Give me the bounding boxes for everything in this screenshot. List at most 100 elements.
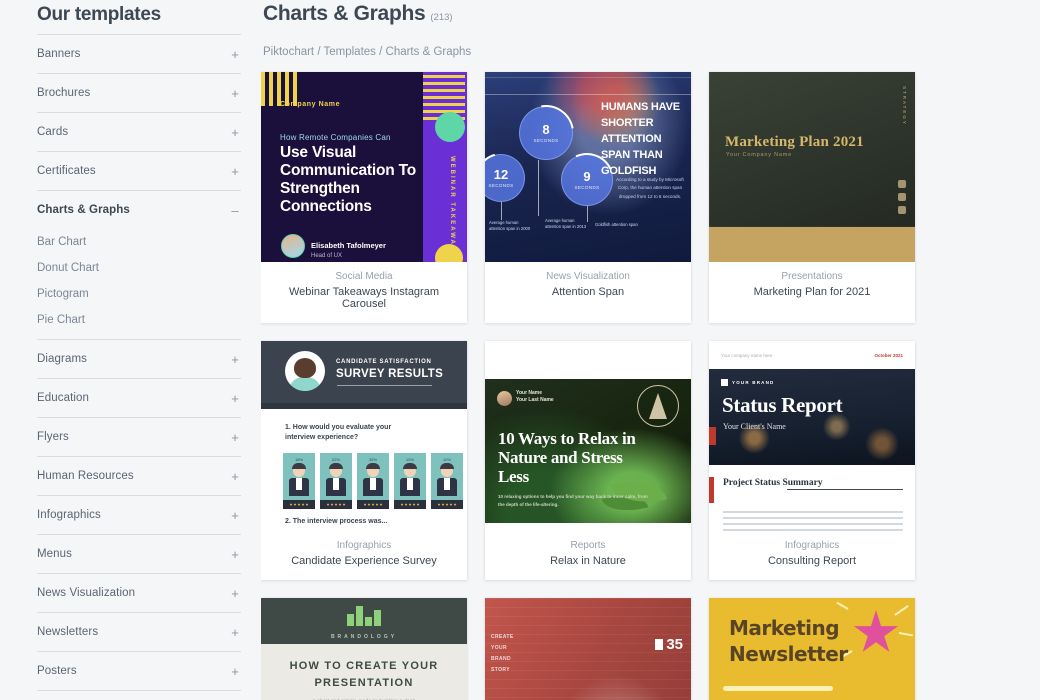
sidebar-group-flyers: Flyers + xyxy=(37,417,241,456)
person-body-icon xyxy=(363,478,383,496)
sidebar-item-label: Charts & Graphs xyxy=(37,204,130,216)
plus-icon[interactable]: + xyxy=(229,392,241,405)
sidebar-item-label: Brochures xyxy=(37,87,91,99)
template-card[interactable]: Your Name Your Last Name 10 Ways to Rela… xyxy=(485,341,691,580)
person-body-icon xyxy=(289,478,309,496)
sparkle-ray-icon xyxy=(894,605,909,616)
template-card[interactable]: BRANDOLOGY HOW TO CREATE YOUR PRESENTATI… xyxy=(261,598,467,700)
sidebar-group-banners: Banners + xyxy=(37,34,241,73)
thumb-title: Marketing Plan 2021 xyxy=(725,134,864,150)
sidebar-subitem-bar-chart[interactable]: Bar Chart xyxy=(37,229,241,255)
plus-icon[interactable]: + xyxy=(229,665,241,678)
template-thumbnail: Marketing Newsletter xyxy=(709,598,915,700)
plus-icon[interactable]: + xyxy=(229,87,241,100)
template-card[interactable]: Your company name here October 2021 YOUR… xyxy=(709,341,915,580)
connector-line xyxy=(501,202,502,220)
sidebar-subitem-pie-chart[interactable]: Pie Chart xyxy=(37,307,241,333)
main-header: Charts & Graphs (213) Piktochart / Templ… xyxy=(261,0,1022,58)
thumb-eyebrow: How Remote Companies Can xyxy=(280,133,391,142)
plus-icon[interactable]: + xyxy=(229,165,241,178)
thumb-subtitle: Your Client's Name xyxy=(723,422,786,431)
sidebar-item-diagrams[interactable]: Diagrams + xyxy=(37,339,241,378)
sidebar-item-posters[interactable]: Posters + xyxy=(37,651,241,690)
template-card[interactable]: CANDIDATE SATISFACTION SURVEY RESULTS 1.… xyxy=(261,341,467,580)
template-card[interactable]: Marketing Plan 2021 Your Company Name ST… xyxy=(709,72,915,323)
card-title: Attention Span xyxy=(551,286,625,298)
sidebar-subitem-pictogram[interactable]: Pictogram xyxy=(37,281,241,307)
card-title: Consulting Report xyxy=(767,555,857,567)
brand-logo-text: YOUR BRAND xyxy=(732,380,775,385)
sidebar-item-label: Cards xyxy=(37,126,69,138)
plus-icon[interactable]: + xyxy=(229,126,241,139)
sidebar-item-brochures[interactable]: Brochures + xyxy=(37,73,241,112)
star-rating xyxy=(394,500,426,509)
divider xyxy=(261,403,467,409)
sidebar-item-label: Infographics xyxy=(37,509,101,521)
thumb-title: 10 Ways to Relax in Nature and Stress Le… xyxy=(498,429,636,487)
plus-icon[interactable]: + xyxy=(229,470,241,483)
template-thumbnail: CREATE YOUR BRAND STORY 35 xyxy=(485,598,691,700)
sidebar-group-education: Education + xyxy=(37,378,241,417)
thumb-top-right-text: October 2021 xyxy=(874,353,903,358)
person-head-icon xyxy=(403,463,417,477)
stat-label: Average human attention span in 2013 xyxy=(545,218,587,230)
sidebar-item-education[interactable]: Education + xyxy=(37,378,241,417)
sidebar-item-cards[interactable]: Cards + xyxy=(37,112,241,151)
sidebar-item-news-visualization[interactable]: News Visualization + xyxy=(37,573,241,612)
plus-icon[interactable]: + xyxy=(229,548,241,561)
plus-icon[interactable]: + xyxy=(229,587,241,600)
plus-icon[interactable]: + xyxy=(229,48,241,61)
page-title-row: Charts & Graphs (213) xyxy=(263,0,1022,26)
sidebar-item-newsletters[interactable]: Newsletters + xyxy=(37,612,241,651)
bar-chart-logo-icon xyxy=(347,606,381,626)
sidebar-item-label: News Visualization xyxy=(37,587,136,599)
sidebar-group-infographics: Infographics + xyxy=(37,495,241,534)
page-title: Charts & Graphs xyxy=(263,2,426,25)
stat-label: Average human attention span in 2000 xyxy=(489,220,531,232)
sidebar-group-cards: Cards + xyxy=(37,112,241,151)
plus-icon[interactable]: + xyxy=(229,353,241,366)
pictogram-value: 22% xyxy=(331,457,341,462)
template-card[interactable]: Marketing Newsletter xyxy=(709,598,915,700)
survey-question: 2. The interview process was... xyxy=(285,518,388,525)
template-thumbnail: WEBINAR TAKEAWAYS Company Name How Remot… xyxy=(261,72,467,262)
sidebar-item-infographics[interactable]: Infographics + xyxy=(37,495,241,534)
template-thumbnail: Your company name here October 2021 YOUR… xyxy=(709,341,915,531)
sidebar-item-label: Flyers xyxy=(37,431,69,443)
plus-icon[interactable]: + xyxy=(229,509,241,522)
sidebar-item-menus[interactable]: Menus + xyxy=(37,534,241,573)
card-caption: News Visualization Attention Span xyxy=(485,262,691,311)
thumb-body-text: 10 relaxing options to help you find you… xyxy=(498,494,648,508)
plus-icon[interactable]: + xyxy=(229,626,241,639)
pictogram-column: 35% xyxy=(357,453,389,509)
sidebar-item-banners[interactable]: Banners + xyxy=(37,34,241,73)
sidebar-group-certificates: Certificates + xyxy=(37,151,241,190)
plus-icon[interactable]: + xyxy=(229,431,241,444)
template-card[interactable]: WEBINAR TAKEAWAYS Company Name How Remot… xyxy=(261,72,467,323)
star-rating xyxy=(431,500,463,509)
thumb-author-name: Elisabeth Tafolmeyer xyxy=(311,241,386,250)
brand-logo-text: BRANDOLOGY xyxy=(330,634,398,640)
sidebar-item-charts-graphs[interactable]: Charts & Graphs – xyxy=(37,190,241,229)
template-card[interactable]: 8 SECONDS 12 SECONDS 9 SECONDS Average h… xyxy=(485,72,691,323)
sidebar-item-label: Diagrams xyxy=(37,353,88,365)
sidebar-item-label: Menus xyxy=(37,548,73,560)
sidebar-item-human-resources[interactable]: Human Resources + xyxy=(37,456,241,495)
template-card[interactable]: CREATE YOUR BRAND STORY 35 xyxy=(485,598,691,700)
sidebar-item-flyers[interactable]: Flyers + xyxy=(37,417,241,456)
sidebar-group-posters: Posters + xyxy=(37,651,241,690)
card-category: Reports xyxy=(570,540,606,551)
person-body-icon xyxy=(326,478,346,496)
divider xyxy=(485,94,691,95)
stat-value: 35 xyxy=(666,636,683,653)
minus-icon[interactable]: – xyxy=(229,204,241,217)
sidebar-subitem-donut-chart[interactable]: Donut Chart xyxy=(37,255,241,281)
thumb-title: SURVEY RESULTS xyxy=(336,368,444,380)
sidebar-item-label: Newsletters xyxy=(37,626,99,638)
sidebar-item-certificates[interactable]: Certificates + xyxy=(37,151,241,190)
card-caption: Presentations Marketing Plan for 2021 xyxy=(709,262,915,311)
sidebar-item-partial[interactable] xyxy=(37,690,241,700)
stat-label: Goldfish attention span xyxy=(595,222,638,227)
thumb-kicker: CANDIDATE SATISFACTION xyxy=(336,359,432,365)
avatar xyxy=(285,351,325,391)
